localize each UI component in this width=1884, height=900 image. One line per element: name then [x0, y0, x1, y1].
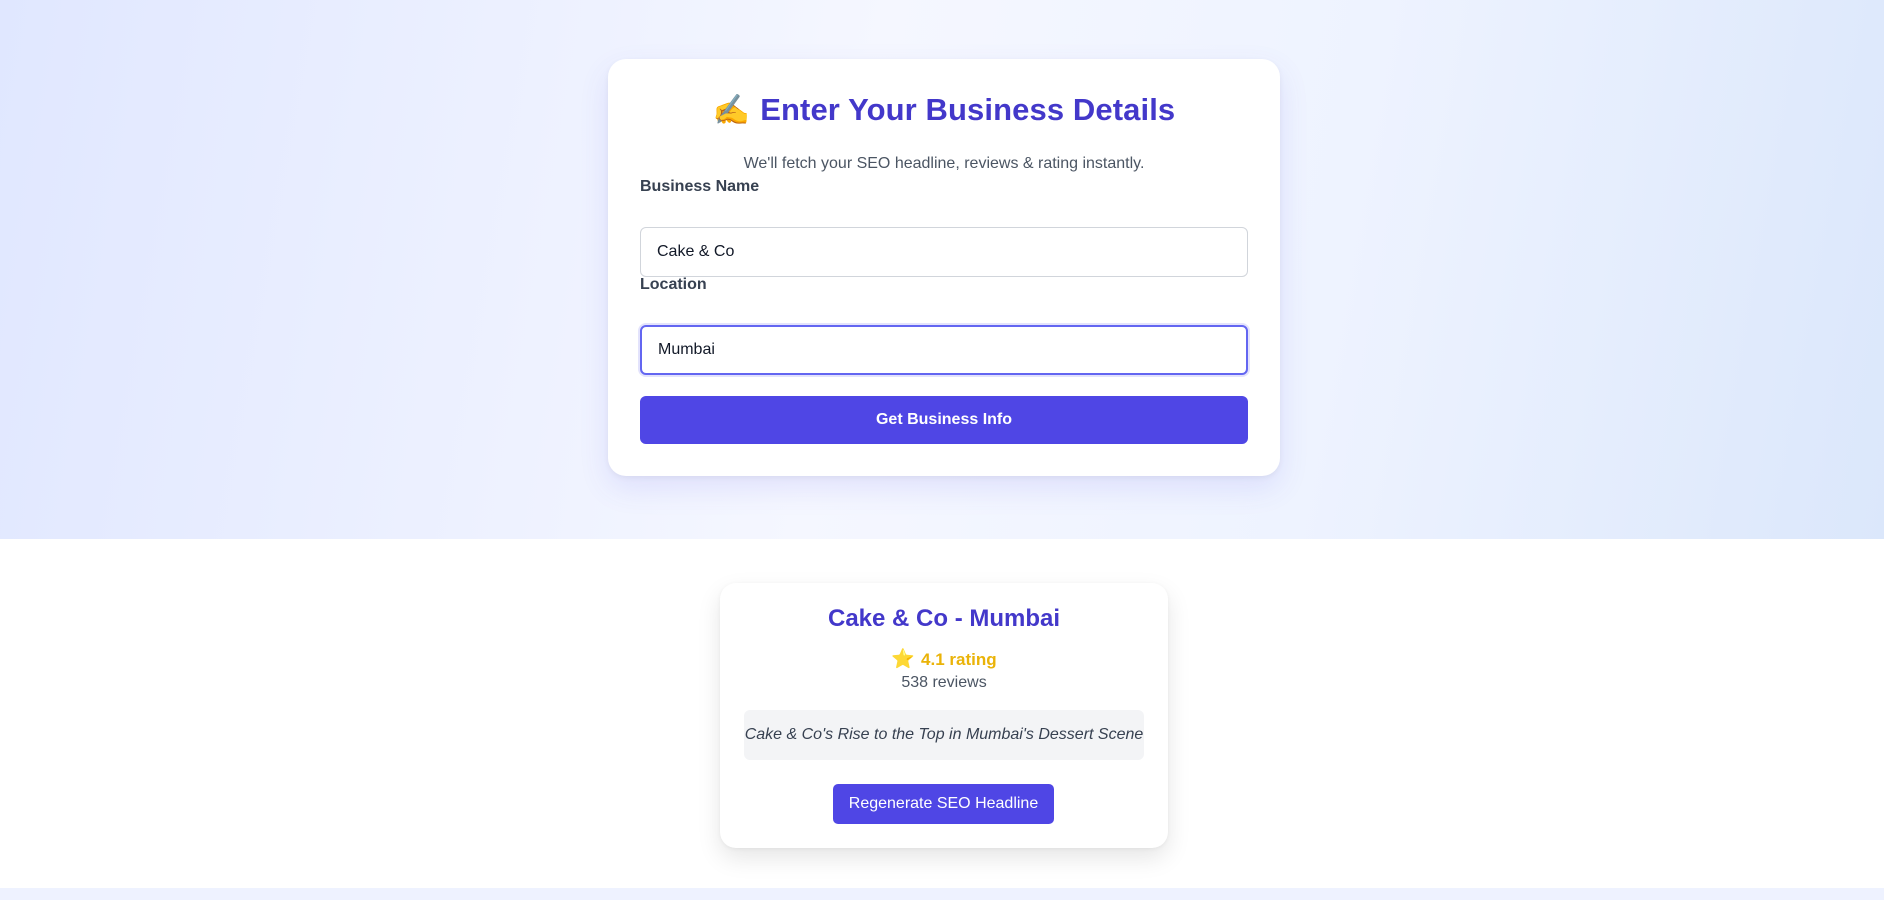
writing-hand-icon: ✍️ — [712, 94, 751, 127]
form-subtitle: We'll fetch your SEO headline, reviews &… — [743, 155, 1145, 172]
reviews-count: 538 reviews — [901, 674, 987, 691]
results-section: Cake & Co - Mumbai ⭐ 4.1 rating 538 revie… — [0, 539, 1884, 888]
rating-text: 4.1 rating — [921, 650, 997, 669]
result-title: Cake & Co - Mumbai — [827, 605, 1061, 632]
business-name-label: Business Name — [640, 178, 760, 195]
get-business-info-button[interactable]: Get Business Info — [640, 396, 1248, 444]
seo-headline: Cake & Co's Rise to the Top in Mumbai's … — [744, 710, 1144, 760]
form-title: ✍️ Enter Your Business Details — [608, 92, 1280, 128]
page-footer-strip — [0, 888, 1884, 900]
business-name-input[interactable] — [640, 227, 1248, 277]
regenerate-seo-headline-button[interactable]: Regenerate SEO Headline — [833, 784, 1054, 824]
location-label: Location — [640, 276, 707, 293]
form-section: ✍️ Enter Your Business Details We'll fetc… — [0, 0, 1884, 539]
business-result-card: Cake & Co - Mumbai ⭐ 4.1 rating 538 revie… — [720, 583, 1168, 848]
business-form-card: ✍️ Enter Your Business Details We'll fetc… — [608, 59, 1280, 476]
star-icon: ⭐ — [891, 649, 916, 670]
form-title-text: Enter Your Business Details — [760, 92, 1176, 127]
rating: ⭐ 4.1 rating — [720, 647, 1168, 671]
location-input[interactable] — [640, 325, 1248, 375]
